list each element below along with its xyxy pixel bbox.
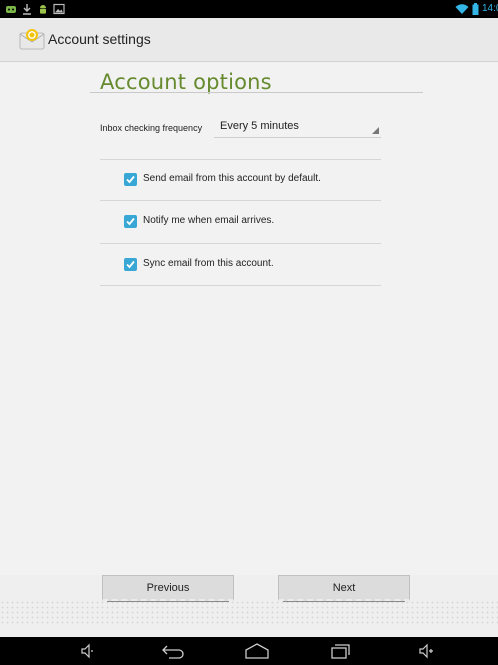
home-icon[interactable]	[244, 643, 270, 659]
checkmark-icon	[126, 175, 135, 184]
account-options-panel: Account options Inbox checking frequency…	[0, 62, 498, 575]
checkmark-icon	[126, 260, 135, 269]
email-app-icon[interactable]	[18, 27, 46, 51]
wifi-icon	[455, 4, 469, 14]
download-icon	[23, 4, 31, 15]
button-underline	[107, 601, 229, 602]
previous-button-label: Previous	[146, 582, 190, 594]
heading-divider	[90, 92, 423, 93]
button-bar-texture	[0, 600, 498, 624]
volume-up-icon[interactable]	[418, 643, 434, 659]
divider	[100, 200, 381, 201]
previous-button[interactable]: Previous	[102, 575, 234, 602]
android-icon	[40, 5, 46, 14]
notify-checkbox[interactable]	[124, 215, 137, 228]
battery-icon	[472, 3, 479, 15]
divider	[100, 285, 381, 286]
back-icon[interactable]	[161, 643, 185, 659]
recent-apps-icon[interactable]	[330, 643, 350, 659]
image-icon	[53, 3, 65, 15]
button-underline	[283, 601, 405, 602]
inbox-frequency-spinner[interactable]: Every 5 minutes	[214, 116, 381, 138]
sync-label: Sync email from this account.	[143, 258, 274, 269]
divider	[100, 159, 381, 160]
sync-checkbox[interactable]	[124, 258, 137, 271]
action-bar-title: Account settings	[48, 31, 151, 47]
page-title: Account options	[100, 70, 272, 94]
navigation-bar	[0, 637, 498, 665]
clock: 14:0	[482, 3, 498, 14]
inbox-frequency-label: Inbox checking frequency	[100, 123, 203, 133]
notification-app-icon	[6, 6, 16, 13]
send-default-checkbox[interactable]	[124, 173, 137, 186]
volume-down-icon[interactable]	[80, 643, 94, 659]
inbox-frequency-value: Every 5 minutes	[220, 120, 299, 132]
next-button[interactable]: Next	[278, 575, 410, 602]
action-bar: Account settings	[0, 18, 498, 62]
checkmark-icon	[126, 217, 135, 226]
divider	[100, 243, 381, 244]
notify-label: Notify me when email arrives.	[143, 215, 275, 226]
send-default-label: Send email from this account by default.	[143, 173, 321, 184]
status-bar: 14:0	[0, 0, 498, 18]
next-button-label: Next	[332, 582, 356, 594]
dropdown-arrow-icon	[372, 127, 379, 134]
